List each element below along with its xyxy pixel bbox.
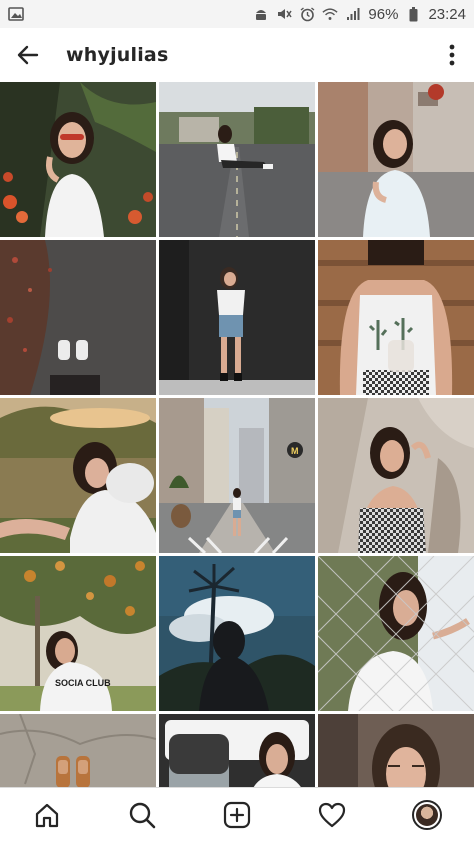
post-thumbnail-11[interactable]	[159, 556, 315, 711]
avatar-icon	[411, 800, 442, 830]
more-options-button[interactable]	[430, 28, 474, 82]
status-left	[8, 6, 24, 22]
mute-icon	[276, 6, 293, 22]
post-thumbnail-13[interactable]	[0, 714, 156, 787]
heart-icon	[318, 802, 345, 828]
post-thumbnail-10[interactable]: SOCIA CLUB	[0, 556, 156, 711]
post-thumbnail-5[interactable]	[159, 240, 315, 395]
status-right: 96% 23:24	[253, 6, 466, 23]
image-icon	[8, 6, 24, 22]
post-thumbnail-9[interactable]	[318, 398, 474, 553]
nav-new-post-button[interactable]	[207, 788, 267, 842]
home-icon	[36, 803, 59, 828]
back-button[interactable]	[0, 28, 56, 82]
wifi-icon	[322, 6, 339, 22]
post-thumbnail-15[interactable]	[318, 714, 474, 787]
post-thumbnail-6[interactable]	[318, 240, 474, 395]
more-vertical-icon	[449, 44, 455, 66]
avatar-image	[415, 804, 438, 826]
battery-percent: 96%	[368, 5, 399, 23]
android-icon	[253, 6, 269, 22]
post-thumbnail-7[interactable]	[0, 398, 156, 553]
nav-home-button[interactable]	[17, 788, 77, 842]
signal-icon	[345, 6, 361, 22]
nav-profile-button[interactable]	[397, 788, 457, 842]
battery-icon	[405, 6, 421, 22]
post-thumbnail-14[interactable]	[159, 714, 315, 787]
post-thumbnail-2[interactable]	[159, 82, 315, 237]
tee-print-text: SOCIA CLUB	[55, 678, 111, 688]
store-sign-letter: M	[291, 446, 299, 456]
nav-activity-button[interactable]	[302, 788, 362, 842]
add-post-icon	[223, 801, 251, 829]
nav-search-button[interactable]	[112, 788, 172, 842]
post-thumbnail-12[interactable]	[318, 556, 474, 711]
back-arrow-icon	[17, 45, 39, 65]
status-bar: 96% 23:24	[0, 0, 474, 28]
post-thumbnail-1[interactable]	[0, 82, 156, 237]
posts-grid: M SOCIA CLUB	[0, 82, 474, 787]
profile-header: whyjulias	[0, 28, 474, 82]
clock: 23:24	[428, 5, 466, 23]
bottom-navigation	[0, 787, 474, 842]
profile-username: whyjulias	[66, 44, 169, 66]
post-thumbnail-8[interactable]: M	[159, 398, 315, 553]
search-icon	[129, 802, 156, 829]
alarm-icon	[299, 6, 315, 22]
post-thumbnail-4[interactable]	[0, 240, 156, 395]
post-thumbnail-3[interactable]	[318, 82, 474, 237]
